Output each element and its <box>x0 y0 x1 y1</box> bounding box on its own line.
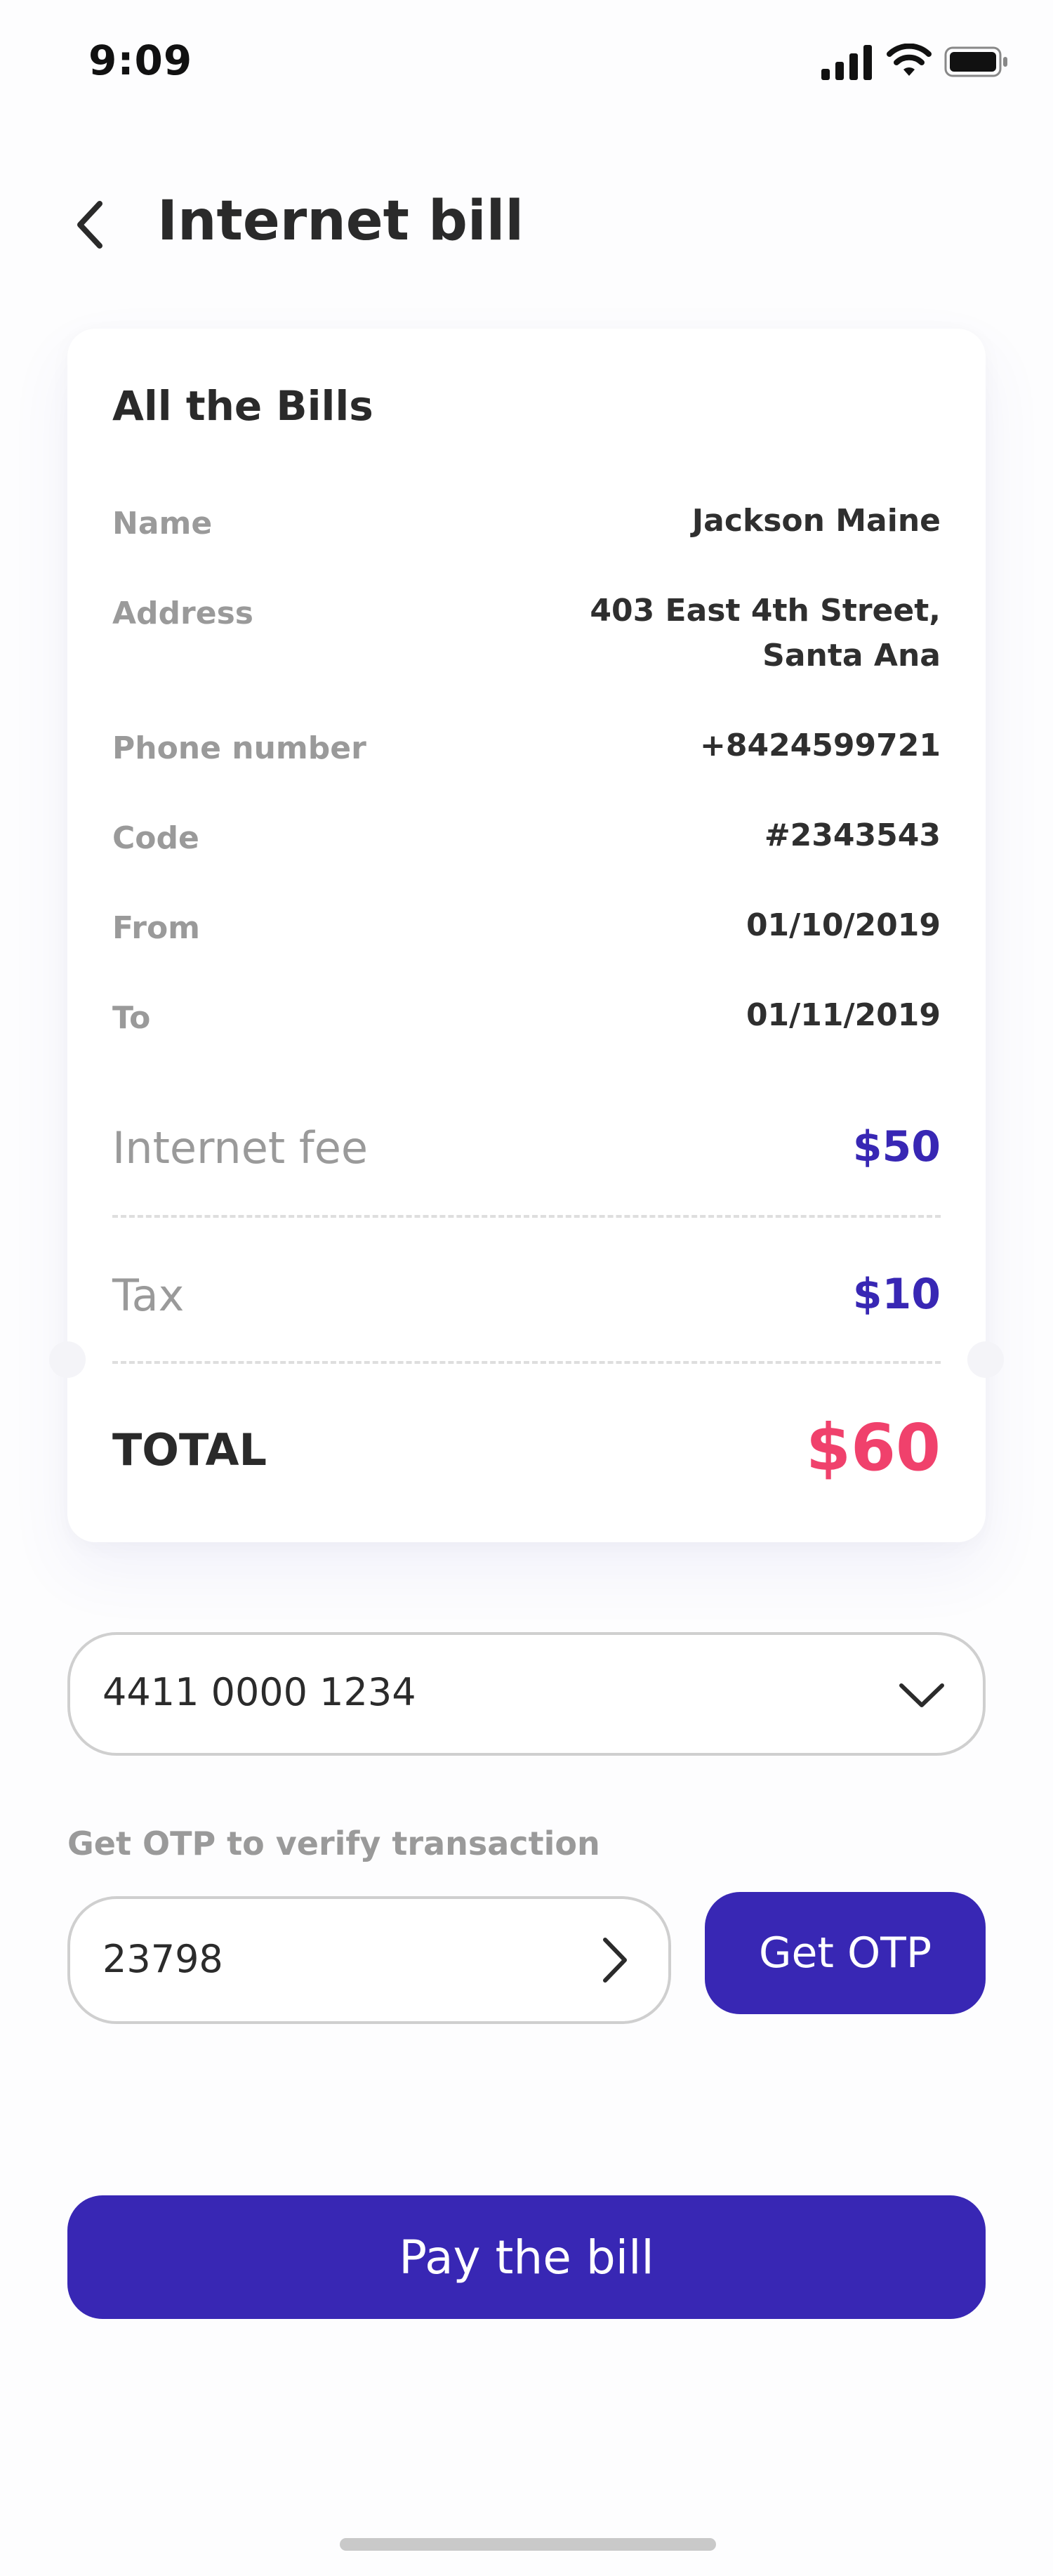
phone-value: +8424599721 <box>699 728 941 763</box>
to-label: To <box>112 1000 151 1036</box>
chevron-right-icon[interactable] <box>597 1934 632 1986</box>
pay-bill-button[interactable]: Pay the bill <box>67 2195 986 2319</box>
to-value: 01/11/2019 <box>746 997 941 1033</box>
code-label: Code <box>112 820 199 856</box>
cellular-signal-icon <box>821 45 872 80</box>
address-label: Address <box>112 596 253 631</box>
ticket-notch-left <box>49 1341 86 1378</box>
name-label: Name <box>112 506 213 541</box>
internet-fee-label: Internet fee <box>112 1122 369 1174</box>
divider <box>112 1361 941 1364</box>
tax-value: $10 <box>852 1270 941 1319</box>
internet-fee-value: $50 <box>852 1122 941 1171</box>
code-value: #2343543 <box>764 817 941 853</box>
battery-icon <box>944 46 1007 77</box>
from-value: 01/10/2019 <box>746 907 941 943</box>
address-line-1: 403 East 4th Street, <box>590 593 941 629</box>
name-value: Jackson Maine <box>691 503 941 539</box>
payment-card-select[interactable]: 4411 0000 1234 <box>67 1632 986 1756</box>
back-arrow-icon[interactable] <box>70 197 112 253</box>
total-label: TOTAL <box>112 1424 267 1476</box>
otp-input[interactable]: 23798 <box>67 1896 671 2024</box>
wifi-icon <box>887 44 932 76</box>
home-indicator[interactable] <box>340 2538 716 2551</box>
divider <box>112 1215 941 1218</box>
card-number-value: 4411 0000 1234 <box>102 1670 416 1714</box>
bill-card: All the Bills Name Jackson Maine Address… <box>67 329 986 1542</box>
address-value: 403 East 4th Street, Santa Ana <box>590 589 941 678</box>
status-time: 9:09 <box>88 37 193 84</box>
chevron-down-icon <box>899 1683 944 1707</box>
address-line-2: Santa Ana <box>762 638 941 673</box>
page-title: Internet bill <box>157 190 524 253</box>
status-bar: 9:09 <box>0 0 1053 126</box>
ticket-notch-right <box>967 1341 1004 1378</box>
otp-label: Get OTP to verify transaction <box>67 1825 600 1862</box>
total-value: $60 <box>805 1410 941 1485</box>
get-otp-button[interactable]: Get OTP <box>705 1892 986 2014</box>
phone-label: Phone number <box>112 730 366 766</box>
from-label: From <box>112 910 201 946</box>
bill-card-title: All the Bills <box>112 382 373 430</box>
otp-value: 23798 <box>102 1937 223 1981</box>
tax-label: Tax <box>112 1270 185 1321</box>
